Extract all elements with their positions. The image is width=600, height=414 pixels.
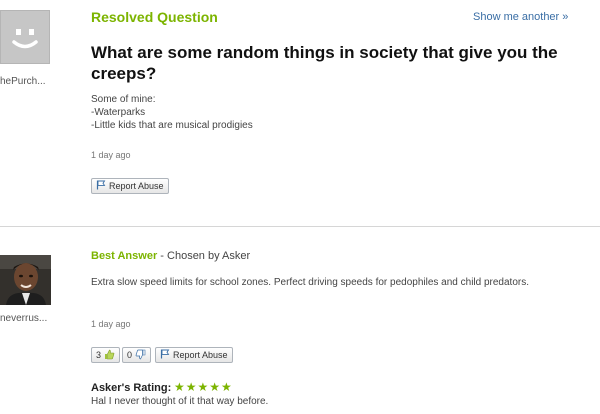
flag-icon: [160, 349, 170, 361]
asker-name[interactable]: hePurch...: [0, 76, 46, 87]
detail-line: Some of mine:: [91, 94, 156, 105]
question-details: Some of mine: -Waterparks -Little kids t…: [91, 93, 253, 132]
asker-avatar[interactable]: [0, 10, 50, 64]
detail-line: -Waterparks: [91, 107, 146, 118]
report-abuse-button[interactable]: Report Abuse: [155, 347, 233, 363]
best-answer-label: Best Answer: [91, 250, 158, 262]
answerer-name[interactable]: neverrus...: [0, 313, 47, 324]
section-divider: [0, 226, 600, 227]
report-abuse-button[interactable]: Report Abuse: [91, 178, 169, 194]
thumbs-down-button[interactable]: 0: [122, 347, 152, 363]
star-icon: ★★★★★: [174, 380, 233, 394]
show-another-link[interactable]: Show me another »: [473, 11, 568, 23]
default-avatar-icon: [1, 11, 49, 63]
chosen-by-label: - Chosen by Asker: [157, 250, 251, 262]
thumbs-up-icon: [104, 349, 115, 362]
answerer-photo-icon: [0, 255, 51, 305]
answerer-avatar[interactable]: [0, 255, 51, 305]
answer-text: Extra slow speed limits for school zones…: [91, 277, 530, 288]
detail-line: -Little kids that are musical prodigies: [91, 120, 253, 131]
asker-rating-label: Asker's Rating:: [91, 382, 172, 394]
rating-comment: Hal I never thought of it that way befor…: [91, 396, 269, 407]
thumbs-up-button[interactable]: 3: [91, 347, 121, 363]
question-title: What are some random things in society t…: [91, 43, 558, 83]
report-abuse-label: Report Abuse: [173, 350, 228, 360]
report-abuse-label: Report Abuse: [109, 181, 164, 191]
flag-icon: [96, 180, 106, 192]
question-timestamp: 1 day ago: [91, 150, 131, 160]
thumbs-up-count: 3: [96, 350, 102, 360]
thumbs-down-icon: [135, 349, 146, 362]
question-status: Resolved Question: [91, 9, 218, 25]
answer-timestamp: 1 day ago: [91, 319, 131, 329]
thumbs-down-count: 0: [127, 350, 133, 360]
best-answer-heading: Best Answer - Chosen by Asker: [91, 250, 250, 262]
